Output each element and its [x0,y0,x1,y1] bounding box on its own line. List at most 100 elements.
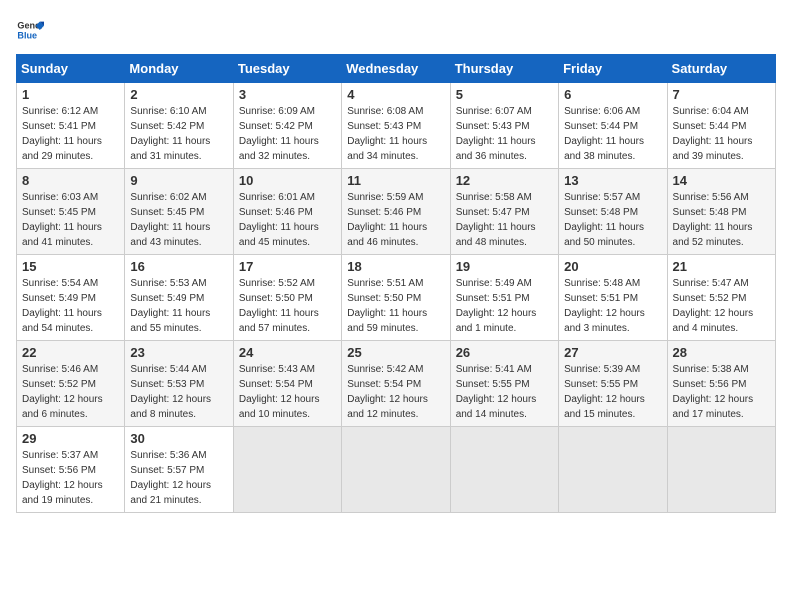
calendar-cell: 6 Sunrise: 6:06 AMSunset: 5:44 PMDaylight… [559,83,667,169]
day-number: 19 [456,259,553,274]
day-info: Sunrise: 6:01 AMSunset: 5:46 PMDaylight:… [239,190,336,250]
calendar-cell: 13 Sunrise: 5:57 AMSunset: 5:48 PMDayligh… [559,169,667,255]
calendar-cell: 4 Sunrise: 6:08 AMSunset: 5:43 PMDaylight… [342,83,450,169]
calendar-header-row: SundayMondayTuesdayWednesdayThursdayFrid… [17,55,776,83]
calendar-header-saturday: Saturday [667,55,775,83]
calendar-cell [559,427,667,513]
calendar-cell: 23 Sunrise: 5:44 AMSunset: 5:53 PMDayligh… [125,341,233,427]
day-number: 18 [347,259,444,274]
day-number: 3 [239,87,336,102]
day-number: 24 [239,345,336,360]
calendar-cell: 9 Sunrise: 6:02 AMSunset: 5:45 PMDaylight… [125,169,233,255]
day-number: 13 [564,173,661,188]
day-number: 21 [673,259,770,274]
day-info: Sunrise: 5:54 AMSunset: 5:49 PMDaylight:… [22,276,119,336]
day-number: 11 [347,173,444,188]
calendar-header-wednesday: Wednesday [342,55,450,83]
day-info: Sunrise: 6:06 AMSunset: 5:44 PMDaylight:… [564,104,661,164]
day-info: Sunrise: 5:43 AMSunset: 5:54 PMDaylight:… [239,362,336,422]
calendar-cell: 18 Sunrise: 5:51 AMSunset: 5:50 PMDayligh… [342,255,450,341]
calendar-week-4: 22Sunrise: 5:46 AMSunset: 5:52 PMDayligh… [17,341,776,427]
day-info: Sunrise: 5:49 AMSunset: 5:51 PMDaylight:… [456,276,553,336]
calendar-week-5: 29 Sunrise: 5:37 AMSunset: 5:56 PMDayligh… [17,427,776,513]
day-number: 7 [673,87,770,102]
calendar-cell: 17 Sunrise: 5:52 AMSunset: 5:50 PMDayligh… [233,255,341,341]
day-number: 10 [239,173,336,188]
day-number: 23 [130,345,227,360]
day-number: 30 [130,431,227,446]
day-number: 20 [564,259,661,274]
calendar-week-3: 15 Sunrise: 5:54 AMSunset: 5:49 PMDayligh… [17,255,776,341]
day-info: Sunrise: 6:08 AMSunset: 5:43 PMDaylight:… [347,104,444,164]
calendar-header-friday: Friday [559,55,667,83]
calendar-cell: 5 Sunrise: 6:07 AMSunset: 5:43 PMDaylight… [450,83,558,169]
calendar-cell: 8 Sunrise: 6:03 AMSunset: 5:45 PMDaylight… [17,169,125,255]
day-number: 29 [22,431,119,446]
calendar-cell: 28 Sunrise: 5:38 AMSunset: 5:56 PMDayligh… [667,341,775,427]
calendar-header-sunday: Sunday [17,55,125,83]
calendar-cell: 3Sunrise: 6:09 AMSunset: 5:42 PMDaylight… [233,83,341,169]
calendar-cell: 11 Sunrise: 5:59 AMSunset: 5:46 PMDayligh… [342,169,450,255]
day-info: Sunrise: 5:56 AMSunset: 5:48 PMDaylight:… [673,190,770,250]
day-number: 8 [22,173,119,188]
calendar-cell: 1 Sunrise: 6:12 AMSunset: 5:41 PMDaylight… [17,83,125,169]
day-info: Sunrise: 5:51 AMSunset: 5:50 PMDaylight:… [347,276,444,336]
calendar-cell: 15 Sunrise: 5:54 AMSunset: 5:49 PMDayligh… [17,255,125,341]
day-info: Sunrise: 5:37 AMSunset: 5:56 PMDaylight:… [22,448,119,508]
day-info: Sunrise: 5:41 AMSunset: 5:55 PMDaylight:… [456,362,553,422]
day-number: 6 [564,87,661,102]
day-info: Sunrise: 6:07 AMSunset: 5:43 PMDaylight:… [456,104,553,164]
calendar-week-1: 1 Sunrise: 6:12 AMSunset: 5:41 PMDaylight… [17,83,776,169]
day-number: 25 [347,345,444,360]
day-info: Sunrise: 5:44 AMSunset: 5:53 PMDaylight:… [130,362,227,422]
calendar-cell: 22Sunrise: 5:46 AMSunset: 5:52 PMDayligh… [17,341,125,427]
calendar-cell: 19 Sunrise: 5:49 AMSunset: 5:51 PMDayligh… [450,255,558,341]
day-info: Sunrise: 6:03 AMSunset: 5:45 PMDaylight:… [22,190,119,250]
calendar-cell: 26 Sunrise: 5:41 AMSunset: 5:55 PMDayligh… [450,341,558,427]
calendar-cell: 21Sunrise: 5:47 AMSunset: 5:52 PMDayligh… [667,255,775,341]
day-number: 1 [22,87,119,102]
calendar-cell: 10 Sunrise: 6:01 AMSunset: 5:46 PMDayligh… [233,169,341,255]
day-info: Sunrise: 6:12 AMSunset: 5:41 PMDaylight:… [22,104,119,164]
day-info: Sunrise: 5:52 AMSunset: 5:50 PMDaylight:… [239,276,336,336]
day-info: Sunrise: 6:10 AMSunset: 5:42 PMDaylight:… [130,104,227,164]
day-number: 22 [22,345,119,360]
calendar-week-2: 8 Sunrise: 6:03 AMSunset: 5:45 PMDaylight… [17,169,776,255]
day-info: Sunrise: 5:38 AMSunset: 5:56 PMDaylight:… [673,362,770,422]
calendar-cell: 29 Sunrise: 5:37 AMSunset: 5:56 PMDayligh… [17,427,125,513]
calendar-cell: 30 Sunrise: 5:36 AMSunset: 5:57 PMDayligh… [125,427,233,513]
day-info: Sunrise: 5:48 AMSunset: 5:51 PMDaylight:… [564,276,661,336]
day-info: Sunrise: 5:42 AMSunset: 5:54 PMDaylight:… [347,362,444,422]
calendar-cell: 12 Sunrise: 5:58 AMSunset: 5:47 PMDayligh… [450,169,558,255]
logo-icon: General Blue [16,16,44,44]
calendar-cell: 27 Sunrise: 5:39 AMSunset: 5:55 PMDayligh… [559,341,667,427]
calendar-cell: 14 Sunrise: 5:56 AMSunset: 5:48 PMDayligh… [667,169,775,255]
day-number: 5 [456,87,553,102]
day-info: Sunrise: 5:59 AMSunset: 5:46 PMDaylight:… [347,190,444,250]
day-info: Sunrise: 5:58 AMSunset: 5:47 PMDaylight:… [456,190,553,250]
day-number: 2 [130,87,227,102]
day-number: 15 [22,259,119,274]
day-number: 16 [130,259,227,274]
page-header: General Blue [16,16,776,44]
day-number: 26 [456,345,553,360]
calendar-cell [667,427,775,513]
day-number: 27 [564,345,661,360]
calendar-cell: 16 Sunrise: 5:53 AMSunset: 5:49 PMDayligh… [125,255,233,341]
calendar-cell [450,427,558,513]
calendar-cell [342,427,450,513]
day-number: 28 [673,345,770,360]
day-info: Sunrise: 5:53 AMSunset: 5:49 PMDaylight:… [130,276,227,336]
calendar-cell: 25 Sunrise: 5:42 AMSunset: 5:54 PMDayligh… [342,341,450,427]
day-number: 12 [456,173,553,188]
day-number: 14 [673,173,770,188]
day-info: Sunrise: 5:39 AMSunset: 5:55 PMDaylight:… [564,362,661,422]
day-info: Sunrise: 5:57 AMSunset: 5:48 PMDaylight:… [564,190,661,250]
day-info: Sunrise: 5:36 AMSunset: 5:57 PMDaylight:… [130,448,227,508]
day-info: Sunrise: 6:02 AMSunset: 5:45 PMDaylight:… [130,190,227,250]
day-number: 17 [239,259,336,274]
calendar-cell: 20 Sunrise: 5:48 AMSunset: 5:51 PMDayligh… [559,255,667,341]
day-number: 4 [347,87,444,102]
day-number: 9 [130,173,227,188]
calendar-cell [233,427,341,513]
